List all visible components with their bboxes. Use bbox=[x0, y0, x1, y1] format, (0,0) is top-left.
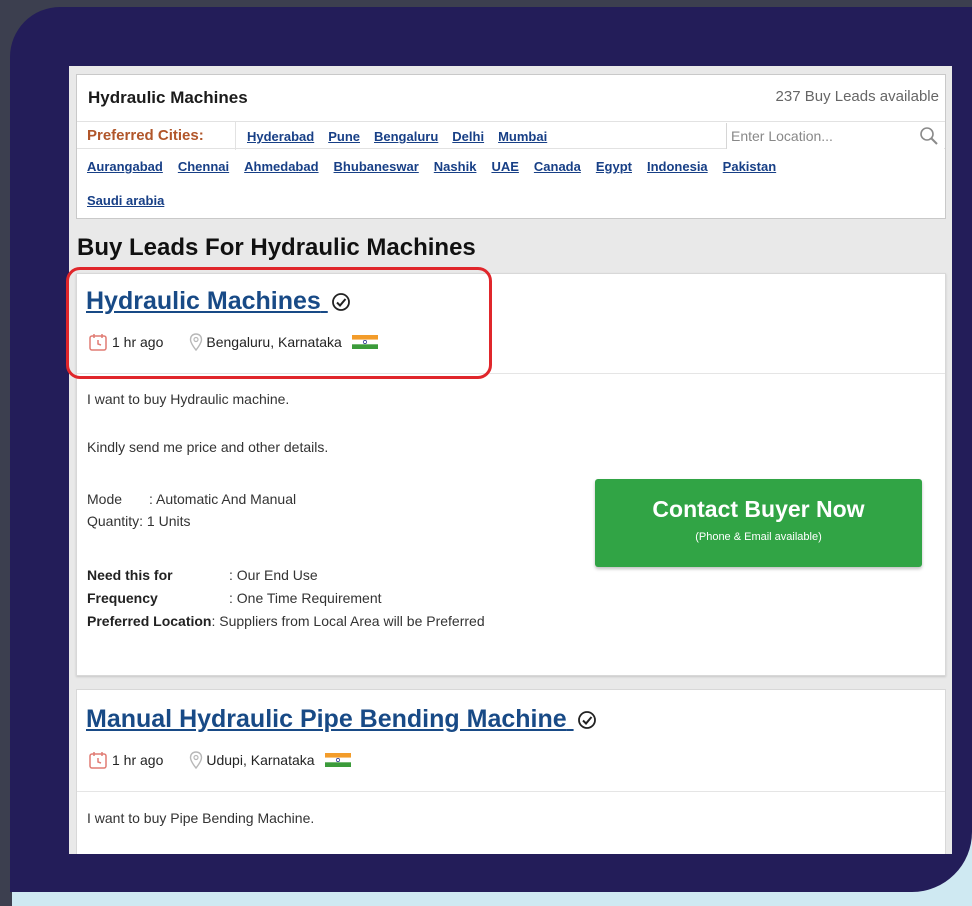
city-link-delhi[interactable]: Delhi bbox=[452, 129, 484, 144]
city-link-aurangabad[interactable]: Aurangabad bbox=[87, 159, 163, 174]
india-flag-icon bbox=[324, 753, 351, 767]
lead-title-text[interactable]: Manual Hydraulic Pipe Bending Machine bbox=[86, 705, 567, 733]
spec-value: : Automatic And Manual bbox=[149, 491, 297, 507]
location-pin-icon bbox=[190, 751, 203, 769]
spec-mode: Mode : Automatic And Manual bbox=[87, 491, 296, 507]
slide-frame: Hydraulic Machines 237 Buy Leads availab… bbox=[10, 7, 972, 892]
search-icon[interactable] bbox=[918, 125, 940, 147]
lead-meta: 1 hr ago Udupi, Karnataka bbox=[88, 750, 351, 770]
city-link-bengaluru[interactable]: Bengaluru bbox=[374, 129, 438, 144]
spec-label: Mode bbox=[87, 491, 123, 507]
divider bbox=[235, 122, 236, 150]
spec-need: Need this for : Our End Use bbox=[87, 567, 318, 583]
spec-value: : Our End Use bbox=[229, 567, 318, 583]
city-link-pune[interactable]: Pune bbox=[328, 129, 360, 144]
city-link-pakistan[interactable]: Pakistan bbox=[723, 159, 776, 174]
city-link-canada[interactable]: Canada bbox=[534, 159, 581, 174]
spec-label: Preferred Location bbox=[87, 613, 212, 629]
divider bbox=[77, 791, 945, 792]
location-search bbox=[726, 123, 944, 149]
posted-time: 1 hr ago bbox=[112, 752, 164, 768]
city-link-hyderabad[interactable]: Hyderabad bbox=[247, 129, 314, 144]
filter-title: Hydraulic Machines bbox=[88, 88, 248, 107]
city-link-egypt[interactable]: Egypt bbox=[596, 159, 632, 174]
more-cities-row: Saudi arabia bbox=[87, 193, 179, 208]
lead-description: I want to buy Pipe Bending Machine. bbox=[87, 810, 315, 826]
spec-label: Quantity bbox=[87, 513, 140, 529]
screenshot-panel: Hydraulic Machines 237 Buy Leads availab… bbox=[69, 66, 952, 854]
more-cities-row: Aurangabad Chennai Ahmedabad Bhubaneswar Nas… bbox=[87, 159, 791, 174]
lead-location: Udupi, Karnataka bbox=[206, 752, 315, 768]
city-link-ahmedabad[interactable]: Ahmedabad bbox=[244, 159, 318, 174]
section-title: Buy Leads For Hydraulic Machines bbox=[77, 234, 476, 261]
spec-label: Frequency bbox=[87, 590, 158, 606]
highlight-annotation bbox=[66, 267, 492, 379]
spec-value: : 1 Units bbox=[139, 513, 191, 529]
lead-card: Manual Hydraulic Pipe Bending Machine 1 … bbox=[76, 689, 946, 854]
contact-buyer-button[interactable]: Contact Buyer Now (Phone & Email availab… bbox=[595, 479, 922, 567]
spec-label: Need this for bbox=[87, 567, 173, 583]
city-link-bhubaneswar[interactable]: Bhubaneswar bbox=[334, 159, 419, 174]
spec-frequency: Frequency : One Time Requirement bbox=[87, 590, 382, 606]
city-link-mumbai[interactable]: Mumbai bbox=[498, 129, 547, 144]
clock-icon bbox=[89, 752, 107, 769]
city-link-indonesia[interactable]: Indonesia bbox=[647, 159, 708, 174]
lead-count: 237 Buy Leads available bbox=[775, 88, 939, 105]
preferred-cities-list: Hyderabad Pune Bengaluru Delhi Mumbai bbox=[247, 129, 561, 144]
filter-box: Hydraulic Machines 237 Buy Leads availab… bbox=[76, 74, 946, 219]
city-link-saudi-arabia[interactable]: Saudi arabia bbox=[87, 193, 164, 208]
location-input[interactable] bbox=[731, 126, 901, 146]
lead-title[interactable]: Manual Hydraulic Pipe Bending Machine bbox=[86, 705, 597, 734]
spec-quantity: Quantity: 1 Units bbox=[87, 513, 191, 529]
city-link-nashik[interactable]: Nashik bbox=[434, 159, 477, 174]
lead-description: I want to buy Hydraulic machine. bbox=[87, 391, 290, 407]
spec-preferred-location: Preferred Location: Suppliers from Local… bbox=[87, 613, 485, 629]
preferred-cities-row: Preferred Cities: Hyderabad Pune Bengaluru… bbox=[77, 121, 945, 150]
spec-value: : One Time Requirement bbox=[229, 590, 382, 606]
verified-check-icon bbox=[577, 711, 596, 730]
city-link-chennai[interactable]: Chennai bbox=[178, 159, 229, 174]
city-link-uae[interactable]: UAE bbox=[491, 159, 518, 174]
contact-button-label: Contact Buyer Now bbox=[652, 496, 865, 522]
lead-description: Kindly send me price and other details. bbox=[87, 439, 329, 455]
contact-button-sublabel: (Phone & Email available) bbox=[695, 531, 822, 543]
spec-value: : Suppliers from Local Area will be Pref… bbox=[211, 613, 485, 629]
preferred-cities-label: Preferred Cities: bbox=[87, 127, 204, 144]
